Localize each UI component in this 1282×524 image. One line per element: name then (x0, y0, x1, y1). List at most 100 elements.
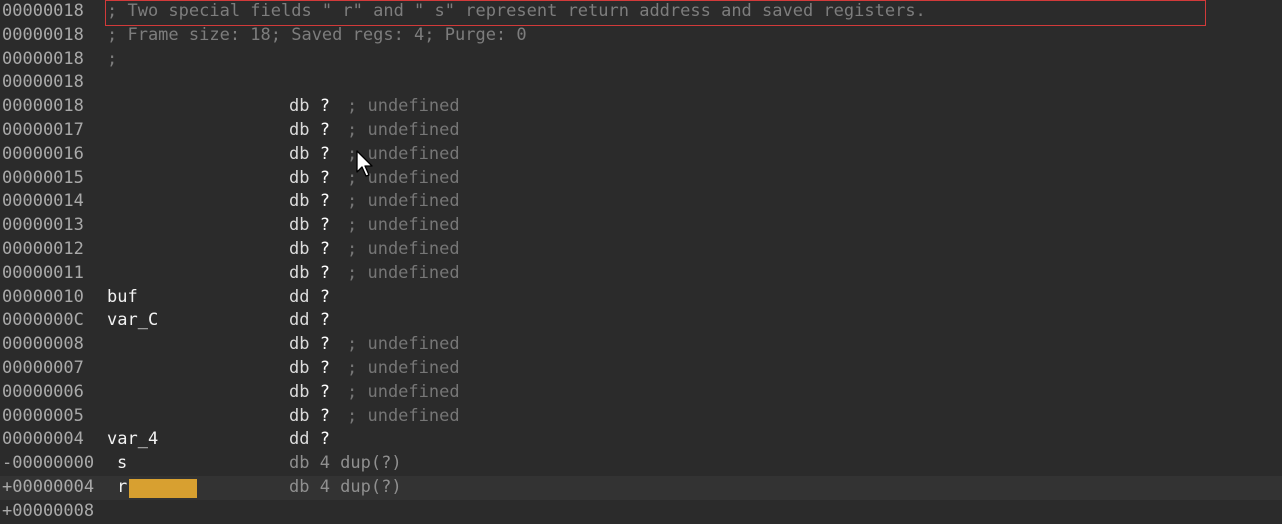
member-directive: db ? (289, 214, 330, 238)
member-row[interactable]: 00000015 db ?; undefined (0, 167, 1282, 191)
member-name[interactable]: var_4 (107, 428, 158, 452)
member-row[interactable]: 00000014 db ? ; undefined (0, 190, 1282, 214)
member-row[interactable]: 00000010 buf dd ? (0, 286, 1282, 310)
member-directive: db ? (289, 143, 330, 167)
member-row[interactable]: 00000011 db ? ; undefined (0, 262, 1282, 286)
special-field-directive: db 4 dup(?) (289, 477, 402, 497)
member-row[interactable]: 00000013 db ? ; undefined (0, 214, 1282, 238)
member-directive: dd ? (289, 309, 330, 333)
directive-operand: ? (319, 143, 330, 164)
member-comment: ; undefined (347, 358, 460, 378)
member-row[interactable]: 00000007 db ? ; undefined (0, 357, 1282, 381)
member-offset: 00000014 (2, 191, 84, 212)
directive-type: db (289, 215, 310, 236)
directive-operand: ? (319, 334, 330, 355)
member-offset: 00000011 (2, 262, 84, 283)
directive-operand: ? (319, 429, 330, 450)
header-comment-line[interactable]: 00000018 ; (0, 48, 1282, 72)
directive-operand: ? (319, 239, 330, 259)
stack-frame-view[interactable]: 00000018 ; Two special fields " r" and "… (0, 0, 1282, 521)
member-directive: db ? (289, 119, 330, 143)
member-offset: 0000000C (2, 310, 84, 331)
member-offset: 00000007 (2, 358, 84, 378)
directive-operand: ? (319, 96, 330, 117)
member-name[interactable]: var_C (107, 309, 158, 333)
member-directive: db ? (289, 95, 330, 119)
directive-type: db (289, 191, 310, 212)
directive-type: db (289, 96, 310, 117)
directive-type: db (289, 239, 310, 259)
special-field-row[interactable]: -00000000 s db 4 dup(?) (0, 452, 1282, 476)
member-offset: 00000013 (2, 215, 84, 236)
member-directive: db ? (289, 405, 330, 429)
directive-type: db (289, 167, 310, 188)
special-field-name[interactable]: s (117, 452, 127, 476)
directive-operand: ? (319, 215, 330, 236)
directive-type: db (289, 120, 310, 140)
member-comment: ; undefined (347, 405, 460, 426)
directive-operand: ? (319, 381, 330, 402)
member-directive: db ? (289, 357, 330, 381)
member-row[interactable]: 00000012 db ? ; undefined (0, 238, 1282, 262)
member-row[interactable]: 0000000C var_C dd ? (0, 309, 1282, 333)
directive-type: db (289, 262, 310, 283)
member-directive: db ? (289, 381, 330, 405)
member-offset: 00000005 (2, 405, 84, 426)
member-row[interactable]: 00000004 var_4 dd ? (0, 428, 1282, 452)
directive-type: dd (289, 310, 310, 331)
directive-type: db (289, 358, 310, 378)
member-comment: ; undefined (347, 120, 460, 140)
line-address: 00000018 (2, 1, 84, 21)
member-comment: ; undefined (347, 215, 460, 236)
member-directive: dd ? (289, 286, 330, 310)
member-directive: db ? (289, 167, 330, 191)
member-offset: 00000008 (2, 334, 84, 355)
member-row[interactable]: 00000018 db ? ; undefined (0, 95, 1282, 119)
special-field-row[interactable]: +00000004 r db 4 dup(?) (0, 476, 1282, 500)
member-directive: db ? (289, 262, 330, 286)
directive-type: db (289, 334, 310, 355)
member-comment: ; undefined (347, 239, 460, 259)
member-offset: 00000016 (2, 143, 84, 164)
special-field-directive: db 4 dup(?) (289, 453, 402, 474)
special-field-name[interactable]: r (117, 476, 127, 500)
directive-operand: ? (319, 358, 330, 378)
member-comment: ; undefined (347, 262, 460, 283)
member-directive: db ? (289, 190, 330, 214)
member-directive: db ? (289, 333, 330, 357)
directive-type: db (289, 381, 310, 402)
directive-operand: ? (319, 405, 330, 426)
line-address: 00000018 (2, 48, 84, 69)
member-offset: 00000010 (2, 286, 84, 307)
mouse-pointer-icon (356, 150, 373, 177)
member-row[interactable]: 00000005 db ? ; undefined (0, 405, 1282, 429)
header-comment-line[interactable]: 00000018 ; Frame size: 18; Saved regs: 4… (0, 24, 1282, 48)
member-offset: 00000004 (2, 429, 84, 450)
directive-operand: ? (319, 262, 330, 283)
member-offset: 00000012 (2, 239, 84, 259)
directive-type: db (289, 405, 310, 426)
line-address: 00000018 (2, 72, 84, 93)
member-directive: dd ? (289, 428, 330, 452)
member-offset: 00000006 (2, 381, 84, 402)
member-directive: db ? (289, 238, 330, 262)
frame-end-row[interactable]: +00000008 (0, 500, 1282, 524)
member-row[interactable]: 00000017 db ? ; undefined (0, 119, 1282, 143)
directive-operand: ? (319, 120, 330, 140)
header-comment-line[interactable]: 00000018 (0, 71, 1282, 95)
member-comment: ; undefined (347, 334, 460, 355)
member-offset: +00000008 (2, 500, 95, 521)
frame-comment: ; (107, 48, 118, 69)
name-edit-highlight[interactable] (129, 479, 197, 498)
directive-operand: ? (319, 167, 330, 188)
member-row[interactable]: 00000006 db ? ; undefined (0, 381, 1282, 405)
directive-type: db (289, 143, 310, 164)
member-offset: 00000015 (2, 167, 84, 188)
line-address: 00000018 (2, 24, 84, 45)
member-comment: ; undefined (347, 191, 460, 212)
member-row[interactable]: 00000008 db ? ; undefined (0, 333, 1282, 357)
directive-operand: ? (319, 191, 330, 212)
member-comment: ; undefined (347, 381, 460, 402)
member-name[interactable]: buf (107, 286, 138, 310)
member-row[interactable]: 00000016 db ?; undefined (0, 143, 1282, 167)
